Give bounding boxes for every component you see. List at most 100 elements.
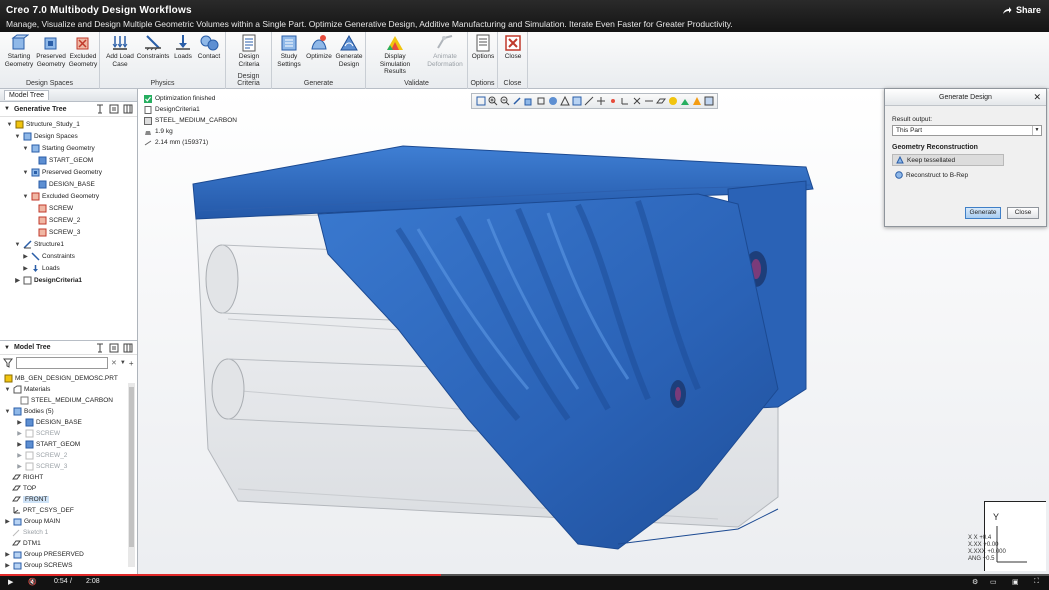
mass-icon bbox=[145, 130, 151, 135]
refit-icon[interactable] bbox=[475, 95, 486, 107]
excluded-geometry-button[interactable]: Excluded Geometry bbox=[64, 34, 102, 76]
model-tree-scrollbar[interactable] bbox=[128, 383, 135, 567]
collapse-icon[interactable]: ▼ bbox=[4, 345, 10, 351]
tab-model-tree[interactable]: Model Tree bbox=[4, 90, 50, 100]
tree-node[interactable]: ▶ SCREW_2 bbox=[16, 450, 67, 461]
saved-orientations-icon[interactable] bbox=[535, 95, 546, 107]
perspective-icon[interactable] bbox=[559, 95, 570, 107]
collapse-icon[interactable]: ▼ bbox=[4, 106, 10, 112]
captions-icon[interactable]: ▭ bbox=[990, 578, 997, 586]
axis-display-icon[interactable] bbox=[643, 95, 654, 107]
options-icon bbox=[476, 34, 490, 52]
contact-button[interactable]: Contact bbox=[190, 34, 228, 76]
play-icon[interactable]: ▶ bbox=[8, 578, 13, 586]
tree-node[interactable]: FRONT bbox=[12, 494, 50, 505]
close-button[interactable]: Close bbox=[1007, 207, 1039, 219]
tree-node[interactable]: SCREW bbox=[38, 203, 73, 214]
preserved-geometry-icon bbox=[44, 37, 57, 50]
structure-icon bbox=[23, 240, 32, 249]
repaint-icon[interactable] bbox=[511, 95, 522, 107]
share-button[interactable]: Share bbox=[1002, 5, 1041, 15]
scrollbar-thumb[interactable] bbox=[129, 387, 134, 547]
generate-design-button[interactable]: Generate Design bbox=[330, 34, 368, 76]
tree-node[interactable]: ▶ SCREW bbox=[16, 428, 60, 439]
annotation-icon[interactable] bbox=[583, 95, 594, 107]
tree-node[interactable]: MB_GEN_DESIGN_DEMOSC.PRT bbox=[4, 373, 118, 384]
tree-settings-icon[interactable] bbox=[95, 343, 105, 353]
funnel-icon[interactable] bbox=[3, 358, 13, 368]
tree-columns-icon[interactable] bbox=[123, 343, 133, 353]
tree-node[interactable]: ▼ Excluded Geometry bbox=[22, 191, 99, 202]
tree-filter-icon[interactable] bbox=[109, 343, 119, 353]
generative-tree-header: ▼ Generative Tree bbox=[0, 102, 137, 117]
tree-node[interactable]: ▶ START_GEOM bbox=[16, 439, 80, 450]
add-filter-icon[interactable]: + bbox=[129, 359, 134, 368]
tree-node[interactable]: ▼ Design Spaces bbox=[14, 131, 78, 142]
settings-icon[interactable]: ⚙ bbox=[972, 578, 978, 586]
tree-node[interactable]: RIGHT bbox=[12, 472, 43, 483]
fullscreen-icon[interactable]: ⛶ bbox=[1034, 578, 1039, 586]
video-title: Creo 7.0 Multibody Design Workflows bbox=[6, 5, 192, 16]
tree-node[interactable]: ▼ Preserved Geometry bbox=[22, 167, 102, 178]
keep-tessellated-option[interactable]: Keep tessellated bbox=[892, 154, 1004, 166]
points-display-icon[interactable] bbox=[631, 95, 642, 107]
tree-settings-icon[interactable] bbox=[95, 104, 105, 114]
display-simulation-results-button[interactable]: Display Simulation Results bbox=[370, 34, 420, 76]
tree-node[interactable]: ▼ Bodies (5) bbox=[4, 406, 54, 417]
tree-node[interactable]: ▼ Structure1 bbox=[14, 239, 64, 250]
tree-node[interactable]: DTM1 bbox=[12, 538, 41, 549]
reconstruct-brep-option[interactable]: Reconstruct to B-Rep bbox=[892, 169, 1004, 181]
tree-columns-icon[interactable] bbox=[123, 104, 133, 114]
results-icon[interactable] bbox=[691, 95, 702, 107]
tree-node[interactable]: ▶ Group PRESERVED bbox=[4, 549, 84, 560]
section-icon[interactable] bbox=[571, 95, 582, 107]
tree-node[interactable]: SCREW_2 bbox=[38, 215, 80, 226]
tree-node[interactable]: SCREW_3 bbox=[38, 227, 80, 238]
tree-node[interactable]: ▶ Constraints bbox=[22, 251, 75, 262]
datum-display-icon[interactable] bbox=[595, 95, 606, 107]
theater-icon[interactable]: ▣ bbox=[1012, 578, 1019, 586]
tree-node[interactable]: ▶ SCREW_3 bbox=[16, 461, 67, 472]
generate-button[interactable]: Generate bbox=[965, 207, 1001, 219]
ribbon-group-generate: Study Settings Optimize Generate Design Ge… bbox=[272, 32, 366, 89]
datum-plane-icon bbox=[12, 496, 21, 502]
view-manager-icon[interactable] bbox=[523, 95, 534, 107]
tree-node[interactable]: ▶ DESIGN_BASE bbox=[16, 417, 82, 428]
csys-display-icon[interactable] bbox=[619, 95, 630, 107]
design-criteria-button[interactable]: Design Criteria bbox=[230, 34, 268, 76]
result-output-select[interactable]: This Part ▼ bbox=[892, 125, 1042, 136]
screw-body-icon bbox=[38, 204, 47, 213]
tree-filter-icon[interactable] bbox=[109, 104, 119, 114]
mesh-icon[interactable] bbox=[703, 95, 714, 107]
mute-icon[interactable]: 🔇 bbox=[28, 578, 37, 586]
tree-node[interactable]: Sketch 1 bbox=[12, 527, 48, 538]
tree-node[interactable]: START_GEOM bbox=[38, 155, 93, 166]
tree-node[interactable]: ▶ Group MAIN bbox=[4, 516, 60, 527]
time-current: 0:54 bbox=[54, 578, 68, 585]
tree-node[interactable]: ▶ Group SCREWS bbox=[4, 560, 72, 571]
close-ribbon-button[interactable]: Close bbox=[494, 34, 532, 76]
tree-node[interactable]: ▶ DesignCriteria1 bbox=[14, 275, 82, 286]
clear-filter-icon[interactable]: ✕ bbox=[111, 359, 117, 367]
tree-node[interactable]: PRT_CSYS_DEF bbox=[12, 505, 74, 516]
tree-node[interactable]: ▶ Loads bbox=[22, 263, 60, 274]
zoom-out-icon[interactable] bbox=[499, 95, 510, 107]
model-tree-search-input[interactable] bbox=[16, 357, 108, 369]
scene-icon[interactable] bbox=[679, 95, 690, 107]
close-icon[interactable]: ✕ bbox=[1033, 89, 1041, 106]
plane-display-icon[interactable] bbox=[655, 95, 666, 107]
appearance-icon[interactable] bbox=[667, 95, 678, 107]
animate-deformation-button[interactable]: Animate Deformation bbox=[422, 34, 468, 76]
tree-node[interactable]: STEEL_MEDIUM_CARBON bbox=[20, 395, 113, 406]
spin-center-icon[interactable] bbox=[607, 95, 618, 107]
status-item: STEEL_MEDIUM_CARBON bbox=[144, 115, 237, 126]
chevron-down-icon[interactable]: ▼ bbox=[120, 360, 126, 366]
tree-node[interactable]: ▼ Materials bbox=[4, 384, 50, 395]
tree-node[interactable]: DESIGN_BASE bbox=[38, 179, 95, 190]
tree-node[interactable]: ▼ Starting Geometry bbox=[22, 143, 95, 154]
tree-node[interactable]: TOP bbox=[12, 483, 36, 494]
video-progress-bar[interactable] bbox=[0, 574, 1049, 576]
display-style-icon[interactable] bbox=[547, 95, 558, 107]
tree-node[interactable]: ▼ Structure_Study_1 bbox=[6, 119, 80, 130]
zoom-in-icon[interactable] bbox=[487, 95, 498, 107]
